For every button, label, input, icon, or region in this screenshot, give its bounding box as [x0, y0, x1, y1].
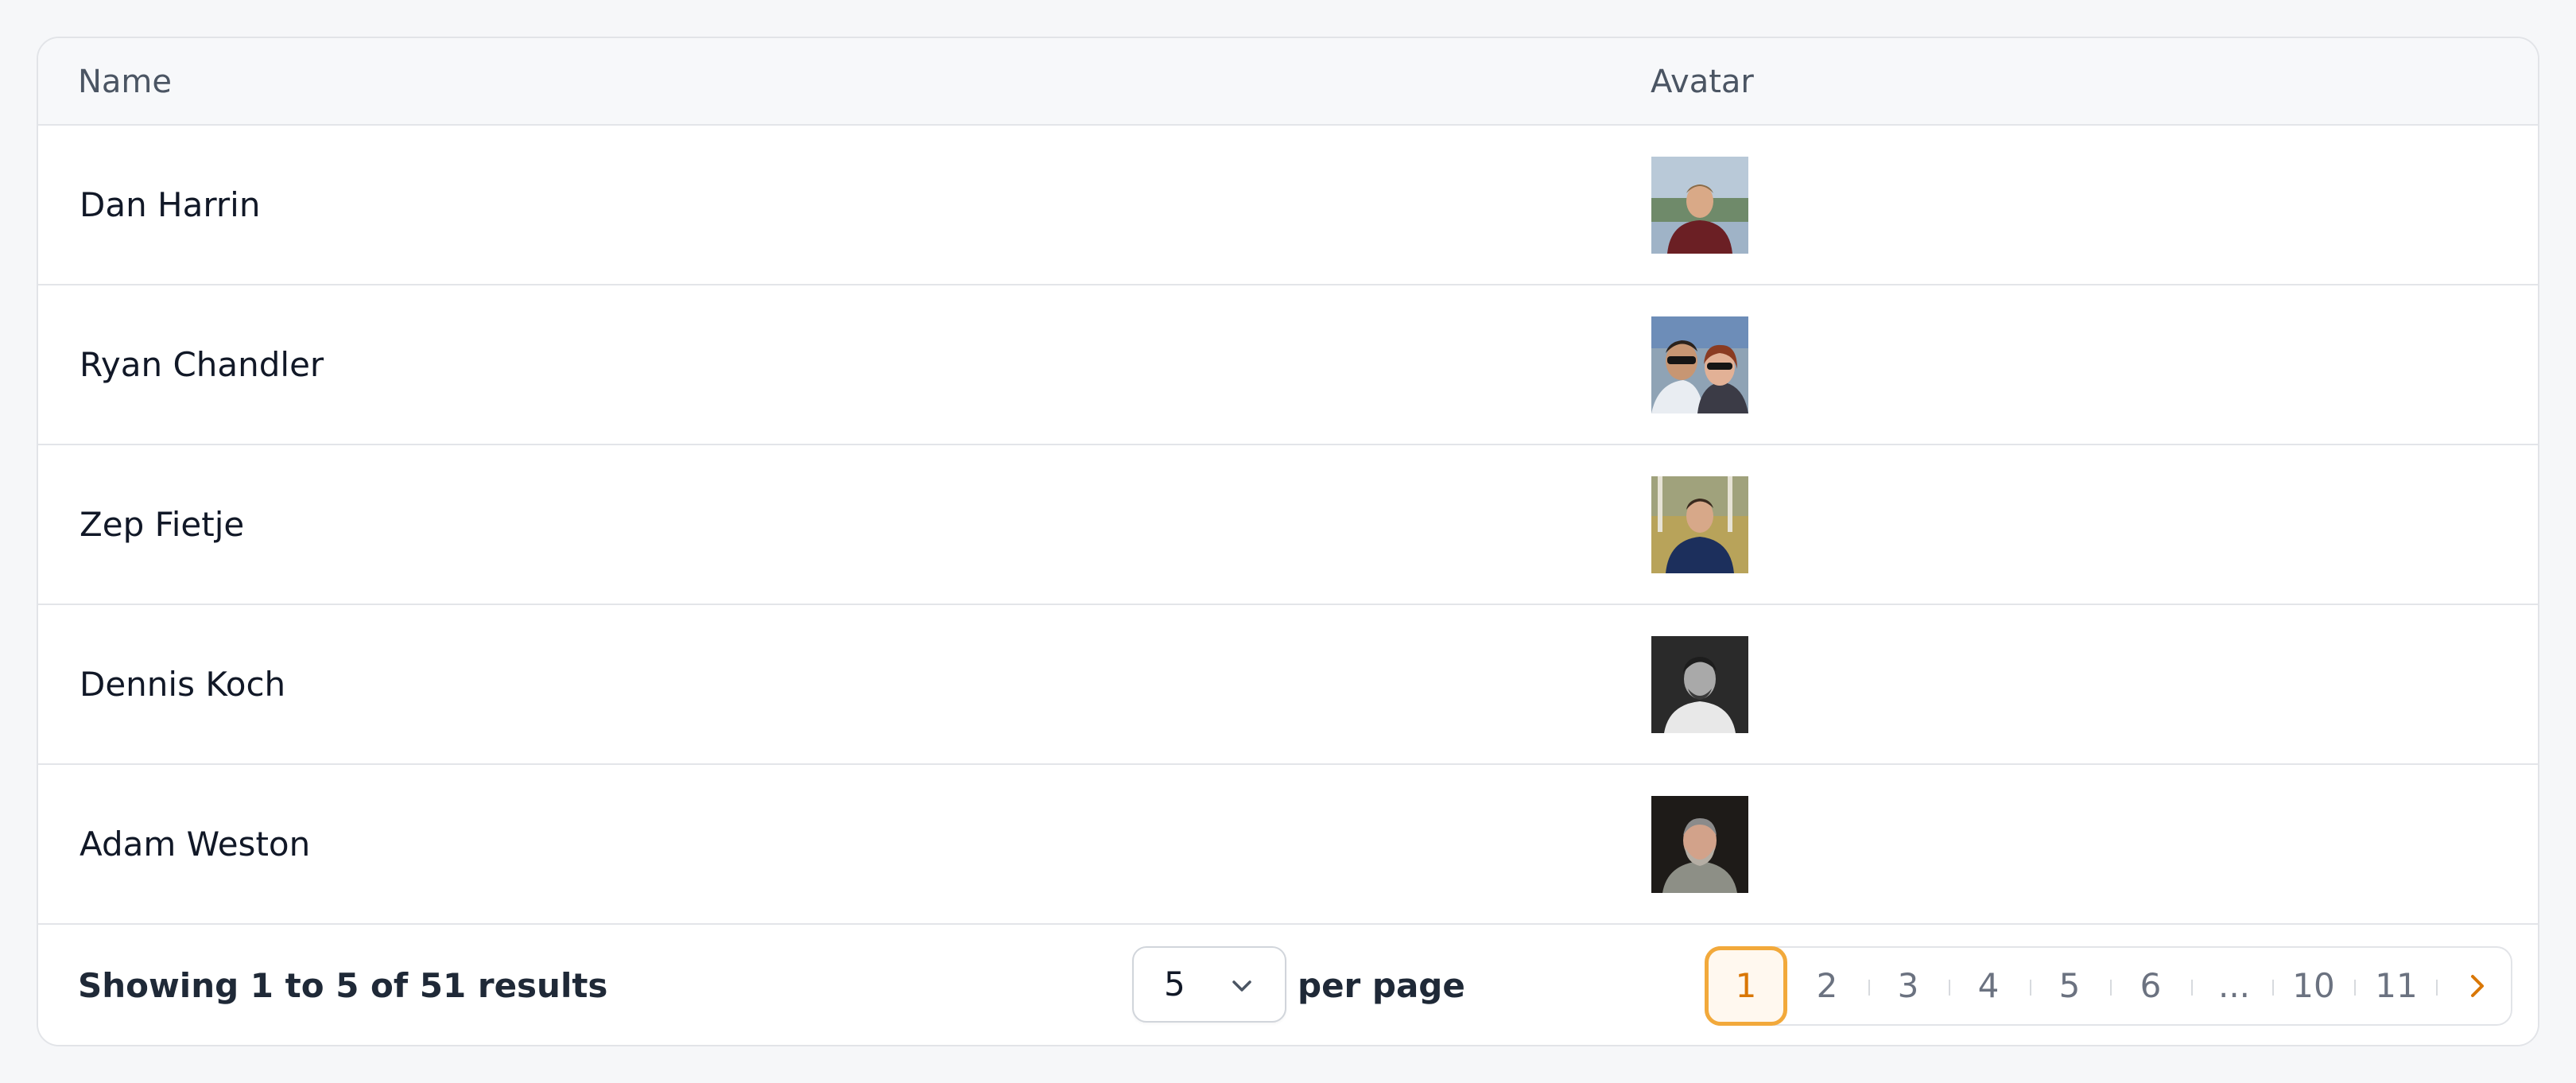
avatar	[1651, 476, 1748, 573]
page-button-11[interactable]: 11	[2368, 948, 2425, 1024]
page-button-10[interactable]: 10	[2285, 948, 2342, 1024]
table-footer: Showing 1 to 5 of 51 results 5 per page …	[38, 926, 2538, 1045]
page-separator	[2272, 980, 2274, 996]
name-cell: Zep Fietje	[80, 505, 245, 544]
page-separator	[2110, 980, 2112, 996]
page-button-3[interactable]: 3	[1889, 948, 1927, 1024]
name-cell: Ryan Chandler	[80, 345, 324, 384]
column-header-name[interactable]: Name	[78, 38, 172, 126]
page-button-2[interactable]: 2	[1808, 948, 1846, 1024]
avatar	[1651, 316, 1748, 413]
name-cell: Adam Weston	[80, 825, 311, 864]
table-row[interactable]: Dan Harrin	[38, 126, 2538, 285]
table-row[interactable]: Ryan Chandler	[38, 285, 2538, 445]
name-cell: Dan Harrin	[80, 185, 261, 224]
page-button-1[interactable]: 1	[1705, 946, 1787, 1026]
page-ellipsis: ...	[2217, 966, 2251, 1005]
per-page-value: 5	[1164, 965, 1185, 1003]
table-row[interactable]: Adam Weston	[38, 765, 2538, 925]
pagination: 1 2 3 4 5 6 ... 10 11	[1705, 946, 2512, 1026]
page-button-6[interactable]: 6	[2132, 948, 2170, 1024]
page-separator	[2436, 980, 2438, 996]
per-page-label: per page	[1298, 966, 1465, 1005]
avatar	[1651, 796, 1748, 893]
table-row[interactable]: Dennis Koch	[38, 605, 2538, 765]
avatar	[1651, 157, 1748, 254]
page-separator	[2030, 980, 2031, 996]
page-separator	[1949, 980, 1950, 996]
avatar	[1651, 636, 1748, 733]
page-button-4[interactable]: 4	[1969, 948, 2008, 1024]
table-header: Name Avatar	[38, 38, 2538, 126]
page-separator	[2191, 980, 2193, 996]
name-cell: Dennis Koch	[80, 665, 286, 704]
table-row[interactable]: Zep Fietje	[38, 445, 2538, 605]
per-page-select[interactable]: 5	[1132, 946, 1286, 1023]
column-header-avatar: Avatar	[1651, 64, 1754, 100]
page-separator	[2354, 980, 2356, 996]
page-button-5[interactable]: 5	[2050, 948, 2089, 1024]
results-summary: Showing 1 to 5 of 51 results	[78, 966, 608, 1005]
users-table: Name Avatar Dan Harrin Ryan Chandler Zep…	[37, 37, 2539, 1046]
chevron-down-icon	[1232, 980, 1251, 992]
page-separator	[1868, 980, 1870, 996]
chevron-right-icon[interactable]	[2462, 970, 2493, 1002]
